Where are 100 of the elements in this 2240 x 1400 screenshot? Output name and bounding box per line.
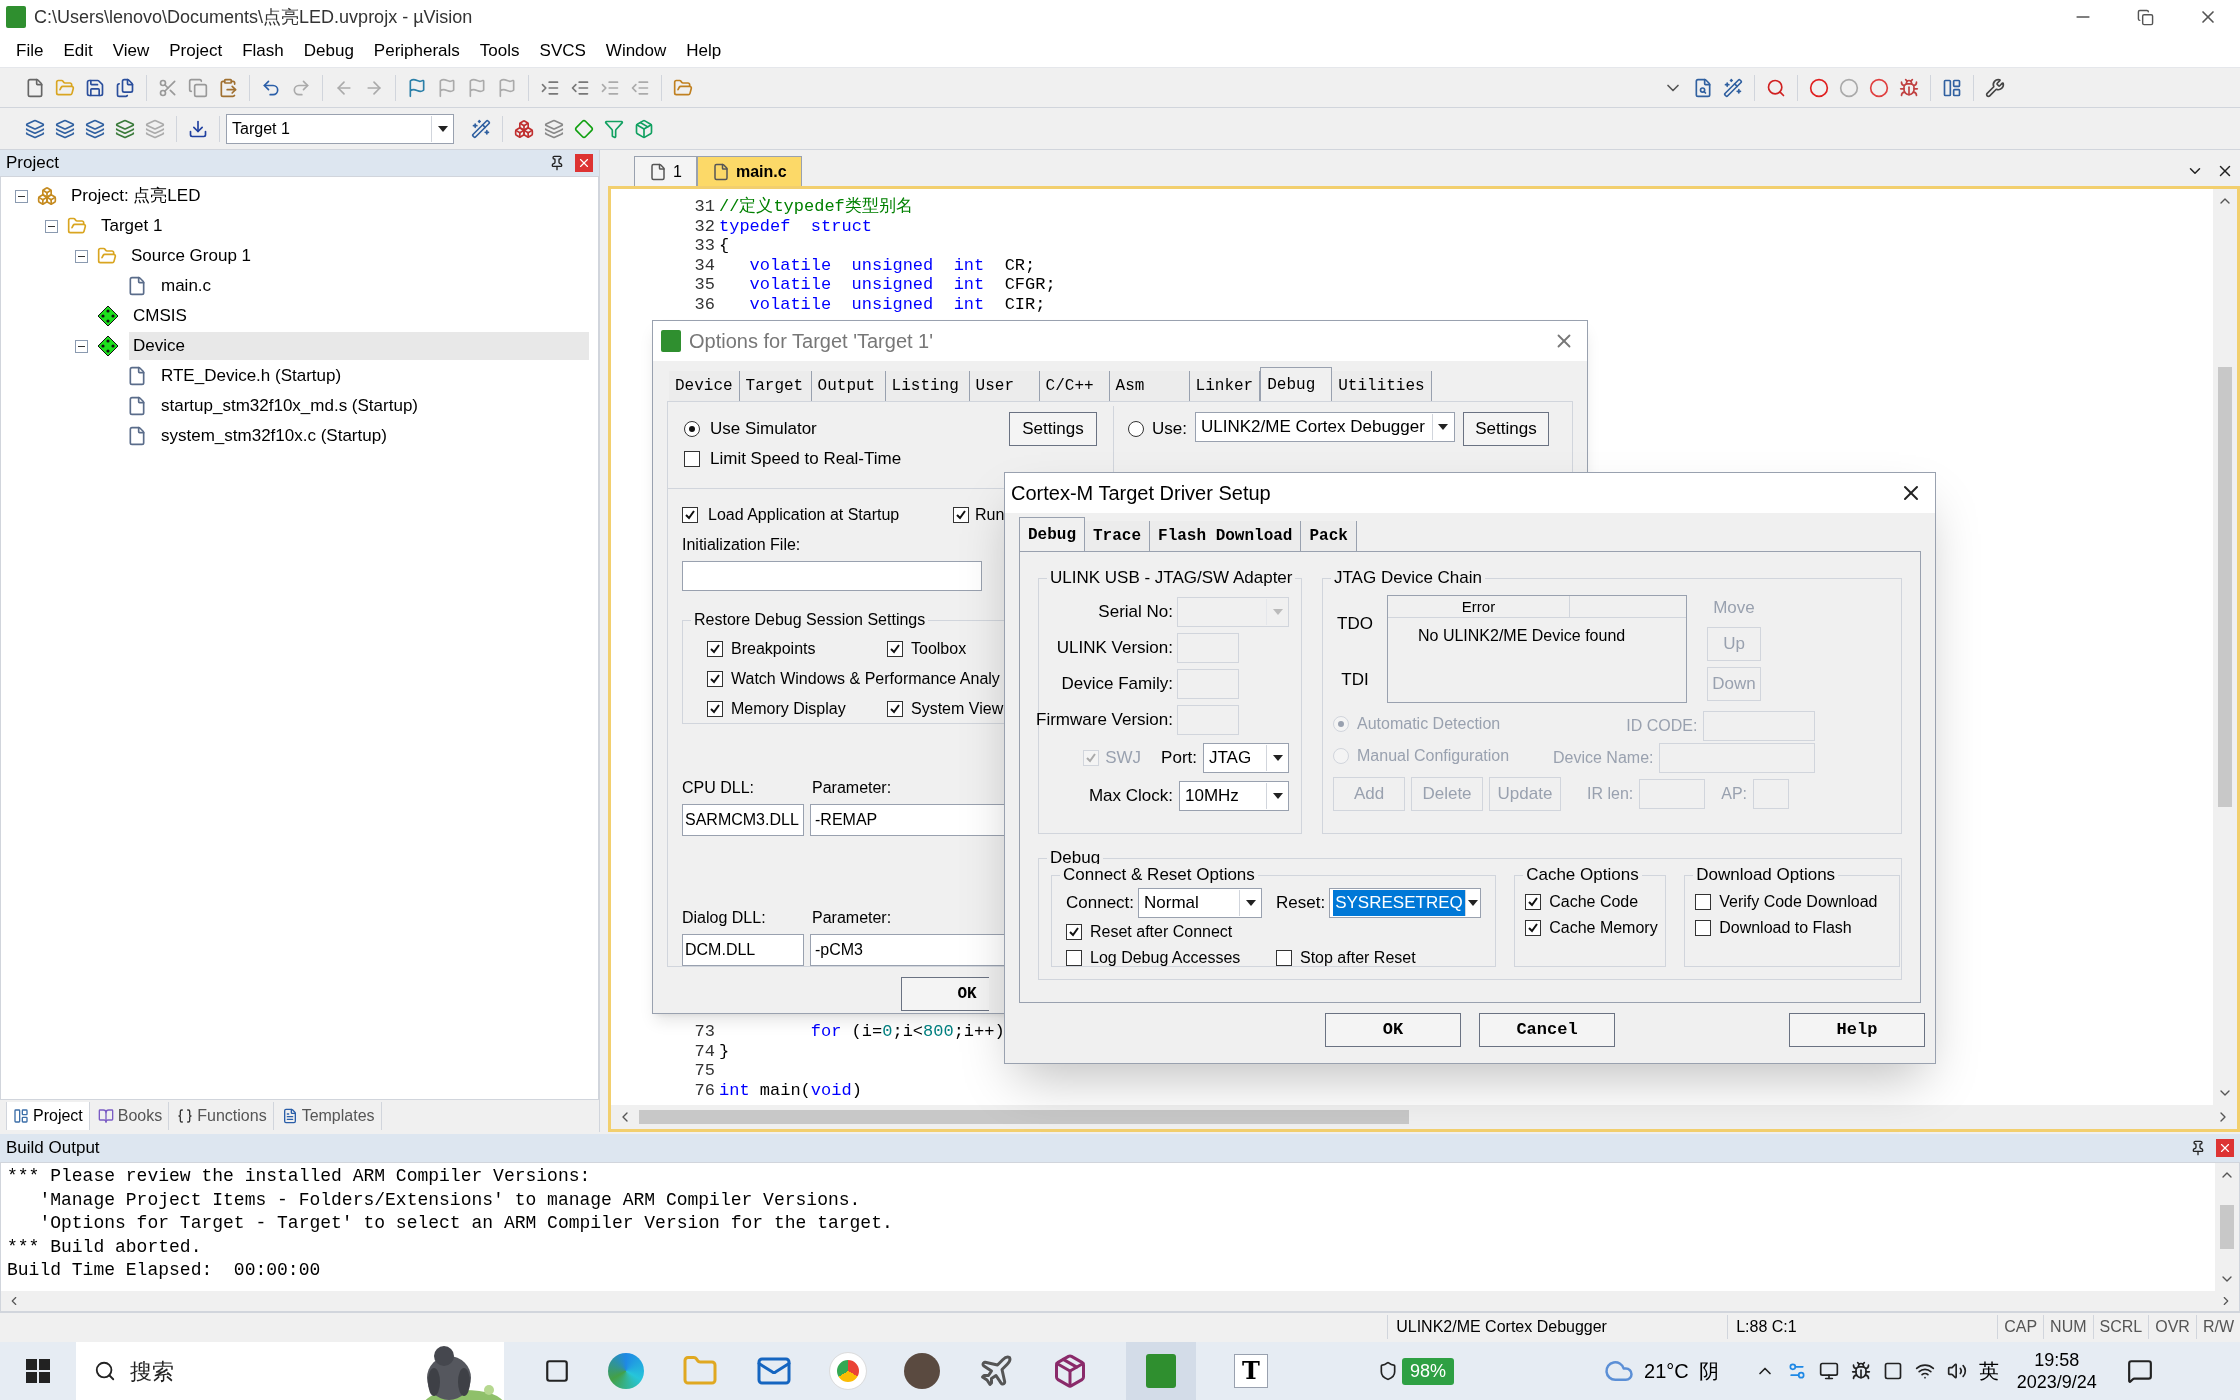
tree-item[interactable]: Source Group 1 <box>127 242 255 270</box>
dialog-tab[interactable]: C/C++ <box>1039 371 1110 401</box>
checkbox[interactable] <box>1695 920 1712 936</box>
dialog-tab[interactable]: Pack <box>1301 521 1357 551</box>
editor-tab[interactable]: main.c <box>696 156 802 186</box>
rebuild-icon[interactable] <box>85 118 105 139</box>
checkbox[interactable] <box>707 641 723 657</box>
stack-icon[interactable] <box>544 118 564 139</box>
tree-item[interactable]: Device <box>129 332 589 360</box>
translate-icon[interactable] <box>25 118 45 139</box>
save-icon[interactable] <box>85 77 105 98</box>
window-layout-icon[interactable] <box>1942 77 1962 98</box>
wand-icon[interactable] <box>1723 77 1743 98</box>
volume-icon[interactable] <box>1946 1361 1967 1381</box>
chrome-icon[interactable] <box>830 1353 866 1389</box>
undo-icon[interactable] <box>261 77 281 98</box>
checkbox[interactable] <box>887 641 903 657</box>
collapse-icon[interactable] <box>75 249 88 263</box>
input-field[interactable]: -pCM3 <box>810 934 1004 966</box>
dialog-tab[interactable]: Listing <box>885 371 970 401</box>
windows-logo-icon[interactable] <box>26 1359 50 1383</box>
notification-icon[interactable] <box>2126 1358 2153 1384</box>
menu-item[interactable]: Project <box>159 37 233 64</box>
horizontal-scrollbar[interactable] <box>1 1291 2239 1311</box>
checkbox[interactable] <box>1695 894 1712 910</box>
pane-tab[interactable]: Functions <box>171 1102 274 1130</box>
menu-item[interactable]: Tools <box>469 37 530 64</box>
menu-item[interactable]: Debug <box>293 37 364 64</box>
dialog-tab[interactable]: Flash Download <box>1150 521 1302 551</box>
dropdown[interactable]: ULINK2/ME Cortex Debugger <box>1194 412 1455 442</box>
input-field[interactable]: DCM.DLL <box>682 934 804 966</box>
button[interactable]: Help <box>1789 1013 1925 1047</box>
input-field[interactable] <box>1753 779 1790 809</box>
button[interactable]: Settings <box>1009 412 1097 446</box>
checkbox[interactable] <box>1276 950 1292 966</box>
checkbox[interactable] <box>953 507 969 523</box>
wifi-icon[interactable] <box>1914 1361 1935 1381</box>
scrollbar-thumb[interactable] <box>2220 1205 2234 1249</box>
weather-text[interactable]: 21°C <box>1644 1356 1689 1386</box>
dropdown[interactable]: Normal <box>1138 888 1263 918</box>
download-icon[interactable] <box>188 118 208 139</box>
checkbox[interactable] <box>707 701 723 717</box>
input-field[interactable] <box>1177 633 1239 663</box>
paste-icon[interactable] <box>218 77 238 98</box>
build-icon[interactable] <box>55 118 75 139</box>
archive-icon[interactable] <box>1052 1353 1088 1389</box>
dialog-tab[interactable]: Linker <box>1189 371 1261 401</box>
batch-build-icon[interactable] <box>115 118 135 139</box>
button[interactable]: OK <box>901 977 989 1011</box>
browser-icon[interactable] <box>608 1353 644 1389</box>
pane-tab[interactable]: Templates <box>275 1102 382 1130</box>
save-all-icon[interactable] <box>115 77 135 98</box>
checkbox[interactable] <box>707 671 723 687</box>
scrollbar-thumb[interactable] <box>2218 367 2232 807</box>
new-file-icon[interactable] <box>25 77 45 98</box>
tree-item[interactable]: Target 1 <box>97 212 167 240</box>
pin-icon[interactable] <box>2190 1140 2206 1156</box>
input-field[interactable] <box>682 561 982 591</box>
pin-icon[interactable] <box>549 155 565 171</box>
input-field[interactable]: SARMCM3.DLL <box>682 804 804 836</box>
search-field[interactable]: 搜索 <box>76 1342 504 1400</box>
collapse-icon[interactable] <box>75 339 88 353</box>
flag-icon[interactable] <box>407 77 427 98</box>
dropdown[interactable]: 10MHz <box>1179 781 1289 811</box>
keil-app-icon[interactable] <box>1126 1342 1196 1400</box>
filter-icon[interactable] <box>604 118 624 139</box>
dialog-tab[interactable]: User <box>969 371 1040 401</box>
checkbox[interactable] <box>1525 894 1542 910</box>
text-app-icon[interactable]: T <box>1234 1354 1268 1388</box>
radio-button[interactable] <box>684 421 700 437</box>
tree-item[interactable]: CMSIS <box>129 302 191 330</box>
weather-text[interactable]: 阴 <box>1698 1356 1719 1386</box>
vertical-scrollbar[interactable] <box>2215 1163 2239 1291</box>
checkbox[interactable] <box>1525 920 1542 936</box>
diamond-icon[interactable] <box>574 118 594 139</box>
input-field[interactable] <box>1703 711 1816 741</box>
clock-date[interactable]: 2023/9/24 <box>2016 1371 2097 1393</box>
find-in-files-icon[interactable] <box>1693 77 1713 98</box>
checkbox[interactable] <box>1066 924 1082 940</box>
checkbox[interactable] <box>1066 950 1082 966</box>
clock-time[interactable]: 19:58 <box>2034 1349 2080 1371</box>
menu-item[interactable]: Help <box>676 37 732 64</box>
input-field[interactable] <box>1177 705 1239 735</box>
scrollbar-thumb[interactable] <box>639 1110 1409 1124</box>
menu-item[interactable]: Peripherals <box>363 37 470 64</box>
tree-item[interactable]: system_stm32f10x.c (Startup) <box>157 422 391 450</box>
wrench-icon[interactable] <box>1985 77 2005 98</box>
button[interactable]: OK <box>1325 1013 1461 1047</box>
dialog-tab[interactable]: Target <box>739 371 812 401</box>
breakpoint-icon[interactable] <box>1809 77 1829 98</box>
dropdown[interactable]: Target 1 <box>226 113 454 144</box>
pane-tab[interactable]: Books <box>91 1102 170 1130</box>
dropdown[interactable]: SYSRESETREQ <box>1329 888 1482 918</box>
input-field[interactable] <box>1177 669 1239 699</box>
debug-search-icon[interactable] <box>1766 77 1786 98</box>
tree-item[interactable]: main.c <box>157 272 216 300</box>
restore-icon[interactable] <box>2137 8 2154 26</box>
pane-tab[interactable]: Project <box>6 1102 90 1130</box>
options-wand-icon[interactable] <box>471 118 491 139</box>
tray-app-icon[interactable] <box>1818 1361 1839 1381</box>
